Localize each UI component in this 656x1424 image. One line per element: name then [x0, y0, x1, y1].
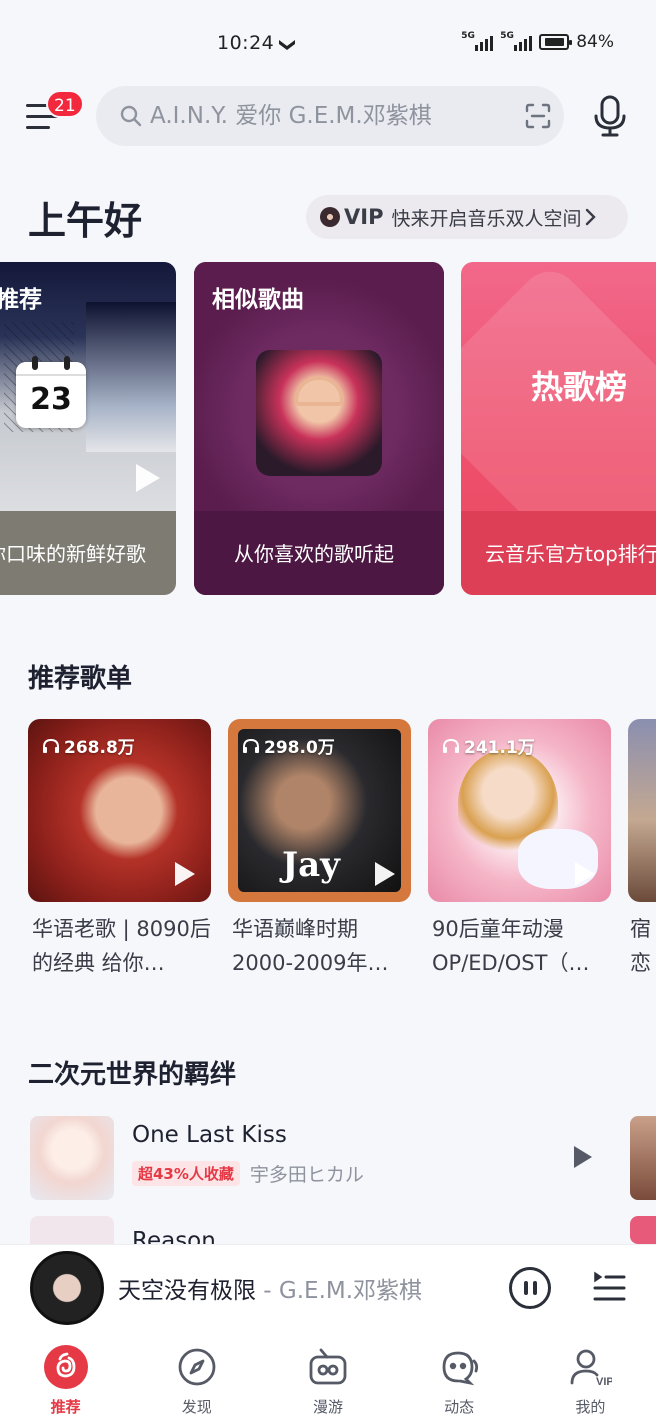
status-time: 10:24: [217, 32, 275, 54]
calendar-icon: 23: [16, 356, 86, 428]
now-playing-artist: - G.E.M.邓紫棋: [256, 1278, 423, 1304]
playlist-title: 90后童年动漫OP/ED/OST（…: [432, 917, 590, 975]
search-bar[interactable]: [96, 86, 564, 146]
play-count-value: 298.0万: [264, 738, 335, 758]
song-cover: [30, 1116, 114, 1200]
user-vip-icon: VIP: [567, 1344, 613, 1390]
play-count-value: 268.8万: [64, 738, 135, 758]
nav-label: 我的: [575, 1398, 606, 1416]
signal-icon: 5G: [461, 31, 494, 51]
calendar-date: 23: [30, 382, 72, 417]
netease-logo-icon: [43, 1344, 89, 1390]
card-caption: 你口味的新鲜好歌: [0, 542, 146, 566]
card-caption: 从你喜欢的歌听起: [234, 542, 394, 566]
svg-text:VIP: VIP: [596, 1376, 612, 1387]
playlist-cover: 241.1万: [428, 719, 611, 902]
play-icon[interactable]: [575, 862, 595, 886]
song-row[interactable]: Reason: [30, 1216, 630, 1244]
vip-banner[interactable]: VIP 快来开启音乐双人空间: [306, 195, 628, 239]
card-title: 相似歌曲: [212, 287, 304, 313]
nav-item-moments[interactable]: 动态: [394, 1328, 525, 1424]
playlist-card[interactable]: 宿恋: [628, 719, 656, 980]
song-cover: [30, 1216, 114, 1244]
nav-label: 发现: [181, 1398, 212, 1416]
playlist-cover: 268.8万: [28, 719, 211, 902]
daily-recommend-card[interactable]: 推荐 23 你口味的新鲜好歌: [0, 262, 176, 595]
headphones-icon: [43, 738, 59, 753]
play-icon[interactable]: [574, 1146, 592, 1168]
nav-item-recommend[interactable]: 推荐: [0, 1328, 131, 1424]
card-title: 推荐: [0, 287, 42, 313]
playlist-title: 华语巅峰时期2000-2009年…: [232, 917, 389, 975]
song-cover: [630, 1216, 656, 1244]
status-bar: 10:24 5G 5G 84%: [0, 28, 656, 64]
song-title: One Last Kiss: [132, 1122, 287, 1148]
playlist-card[interactable]: 268.8万 华语老歌 | 8090后的经典 给你…: [28, 719, 211, 980]
nav-item-roam[interactable]: 漫游: [262, 1328, 393, 1424]
headphones-icon: [443, 738, 459, 753]
compass-icon: [174, 1344, 220, 1390]
radio-icon: [305, 1344, 351, 1390]
vip-badge: VIP: [344, 205, 384, 229]
similar-songs-cover: [256, 350, 382, 476]
menu-badge: 21: [46, 90, 84, 118]
play-icon[interactable]: [136, 464, 160, 492]
play-count-value: 241.1万: [464, 738, 535, 758]
signal-label-2: 5G: [500, 31, 514, 41]
greeting-title: 上午好: [28, 199, 143, 243]
card-caption: 云音乐官方top排行: [485, 542, 656, 566]
nav-label: 推荐: [50, 1398, 81, 1416]
notification-icon: [277, 36, 297, 56]
similar-songs-card[interactable]: 相似歌曲 从你喜欢的歌听起: [194, 262, 444, 595]
battery-icon: [539, 34, 573, 50]
now-playing-title: 天空没有极限 - G.E.M.邓紫棋: [118, 1271, 422, 1305]
nav-label: 动态: [444, 1398, 475, 1416]
playlist-title: 华语老歌 | 8090后的经典 给你…: [32, 917, 211, 975]
section-title-playlists: 推荐歌单: [28, 664, 133, 694]
chevron-right-icon: [585, 208, 597, 226]
song-row[interactable]: One Last Kiss 超43%人收藏 宇多田ヒカル: [30, 1116, 630, 1200]
song-artist: 宇多田ヒカル: [249, 1164, 364, 1186]
playlist-card[interactable]: 241.1万 90后童年动漫OP/ED/OST（…: [428, 719, 611, 980]
mini-player[interactable]: 天空没有极限 - G.E.M.邓紫棋: [0, 1244, 656, 1328]
play-count: 298.0万: [242, 733, 335, 758]
pause-button[interactable]: [509, 1267, 551, 1309]
play-count: 241.1万: [442, 733, 535, 758]
play-icon[interactable]: [175, 862, 195, 886]
now-playing-cover: [30, 1251, 104, 1325]
section-title-anime: 二次元世界的羁绊: [28, 1060, 237, 1090]
playlist-title: 宿恋: [630, 917, 651, 975]
chat-bubble-icon: [436, 1344, 482, 1390]
song-title: Reason: [132, 1228, 216, 1244]
playlist-card[interactable]: Jay 298.0万 华语巅峰时期2000-2009年…: [228, 719, 411, 980]
hot-chart-card[interactable]: 热歌榜 云音乐官方top排行: [461, 262, 656, 595]
vinyl-icon: [320, 207, 340, 227]
signal-label: 5G: [461, 31, 475, 41]
playlist-cover: [628, 719, 656, 902]
song-tag: 超43%人收藏: [132, 1161, 240, 1186]
song-cover: [630, 1116, 656, 1200]
search-input[interactable]: [150, 103, 510, 129]
vip-banner-text: 快来开启音乐双人空间: [391, 207, 582, 230]
playlist-queue-icon[interactable]: [592, 1269, 626, 1305]
status-indicators: 5G 5G 84%: [461, 31, 614, 52]
playlist-cover: Jay 298.0万: [228, 719, 411, 902]
microphone-icon[interactable]: [590, 94, 630, 138]
scan-icon[interactable]: [524, 102, 552, 130]
headphones-icon: [243, 738, 259, 753]
card-title: 热歌榜: [531, 368, 628, 406]
signal-icon-2: 5G: [500, 31, 533, 51]
nav-label: 漫游: [312, 1398, 343, 1416]
play-icon[interactable]: [375, 862, 395, 886]
nav-item-discover[interactable]: 发现: [131, 1328, 262, 1424]
battery-percent: 84%: [576, 32, 614, 52]
bottom-nav: 推荐 发现 漫游 动态 VIP 我的: [0, 1328, 656, 1424]
search-icon: [120, 105, 142, 127]
nav-item-mine[interactable]: VIP 我的: [525, 1328, 656, 1424]
now-playing-song: 天空没有极限: [118, 1278, 256, 1304]
play-count: 268.8万: [42, 733, 135, 758]
